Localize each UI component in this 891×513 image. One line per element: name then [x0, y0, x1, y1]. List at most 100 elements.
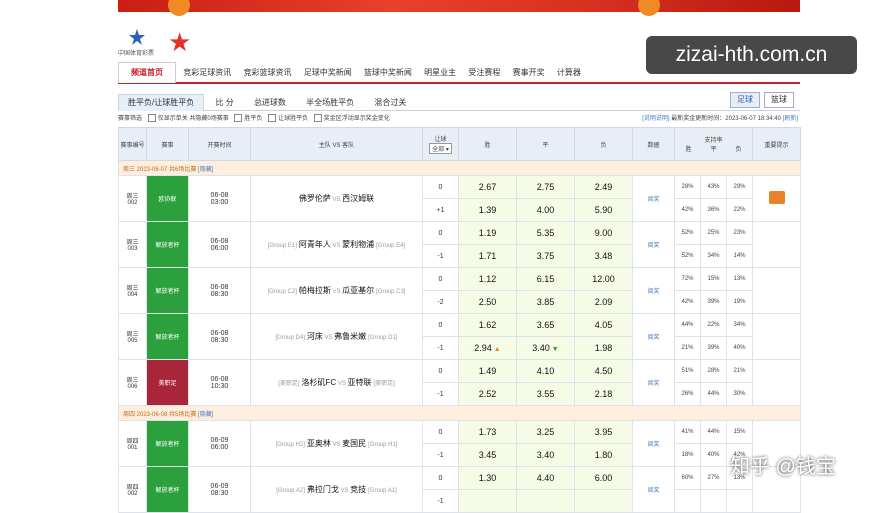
away-team[interactable]: 亚特联: [348, 378, 372, 387]
home-team[interactable]: 弗拉门戈: [307, 485, 339, 494]
odds-draw[interactable]: 3.25: [516, 420, 575, 444]
odds-win[interactable]: 1.49: [458, 359, 517, 383]
odds-draw[interactable]: 4.00: [516, 198, 575, 222]
odds-draw[interactable]: 3.85: [516, 290, 575, 314]
tab-score[interactable]: 比 分: [206, 95, 242, 111]
odds-lose[interactable]: [574, 489, 633, 513]
away-team[interactable]: 麦国民: [342, 439, 366, 448]
handicap-select[interactable]: 全部 ▾: [429, 143, 452, 154]
home-team[interactable]: 河床: [307, 332, 323, 341]
odds-draw[interactable]: 4.10: [516, 359, 575, 383]
odds-draw[interactable]: 3.40 ▼: [516, 336, 575, 360]
explain-link[interactable]: [说明说明]: [642, 116, 669, 122]
nav-item[interactable]: 足球中奖新闻: [299, 63, 357, 83]
odds-draw[interactable]: 3.40: [516, 443, 575, 467]
league-badge[interactable]: 解放者杯: [146, 466, 189, 513]
nav-item[interactable]: 频道首页: [118, 62, 176, 83]
nav-item[interactable]: 竞彩篮球资讯: [238, 63, 296, 83]
home-team[interactable]: 阿青年人: [299, 240, 331, 249]
league-badge[interactable]: 解放者杯: [146, 313, 189, 360]
lottery-logo[interactable]: ★ 中国体育彩票: [118, 28, 208, 58]
odds-lose[interactable]: 2.18: [574, 382, 633, 406]
odds-win[interactable]: 2.50: [458, 290, 517, 314]
odds-lose[interactable]: 2.49: [574, 175, 633, 199]
odds-lose[interactable]: 9.00: [574, 221, 633, 245]
nav-item[interactable]: 篮球中奖新闻: [359, 63, 417, 83]
odds-lose[interactable]: 4.50: [574, 359, 633, 383]
odds-win[interactable]: 2.52: [458, 382, 517, 406]
league-badge[interactable]: 解放者杯: [146, 420, 189, 467]
odds-lose[interactable]: 1.98: [574, 336, 633, 360]
tab-mixed[interactable]: 混合过关: [365, 95, 415, 111]
nav-item[interactable]: 明星业主: [419, 63, 461, 83]
home-team[interactable]: 亚奥林: [307, 439, 331, 448]
nav-item[interactable]: 竞彩足球资讯: [178, 63, 236, 83]
odds-win[interactable]: 1.30: [458, 466, 517, 490]
tab-football[interactable]: 足球: [730, 92, 760, 108]
odds-win[interactable]: 3.45: [458, 443, 517, 467]
analysis-link[interactable]: 阅奖: [647, 488, 659, 494]
analysis-link[interactable]: 阅奖: [647, 335, 659, 341]
analysis-link[interactable]: 阅奖: [647, 289, 659, 295]
league-badge[interactable]: 美职足: [146, 359, 189, 406]
spf-checkbox[interactable]: [234, 114, 243, 123]
odds-draw[interactable]: 2.75: [516, 175, 575, 199]
odds-lose[interactable]: 1.80: [574, 443, 633, 467]
tab-spf[interactable]: 胜平负/让球胜平负: [118, 94, 205, 111]
odds-win[interactable]: 1.19: [458, 221, 517, 245]
hide-link[interactable]: [隐藏]: [198, 167, 213, 173]
drift-checkbox[interactable]: [313, 114, 322, 123]
away-team[interactable]: 瓜亚基尔: [342, 286, 374, 295]
away-team[interactable]: 蒙利物浦: [342, 240, 374, 249]
away-team[interactable]: 竞技: [350, 485, 366, 494]
odds-lose[interactable]: 12.00: [574, 267, 633, 291]
odds-win[interactable]: 2.94 ▲: [458, 336, 517, 360]
league-badge[interactable]: 解放者杯: [146, 221, 189, 268]
nav-item[interactable]: 赛事开奖: [508, 63, 550, 83]
odds-win[interactable]: 2.67: [458, 175, 517, 199]
header-lose[interactable]: 负: [574, 127, 633, 161]
odds-draw[interactable]: [516, 489, 575, 513]
analysis-link[interactable]: 阅奖: [647, 442, 659, 448]
league-badge[interactable]: 欧协联: [146, 175, 189, 222]
tab-basketball[interactable]: 篮球: [764, 92, 794, 108]
home-team[interactable]: 洛杉矶FC: [301, 378, 336, 387]
odds-win[interactable]: 1.73: [458, 420, 517, 444]
odds-win[interactable]: 1.12: [458, 267, 517, 291]
nav-item[interactable]: 受注赛程: [463, 63, 505, 83]
home-team[interactable]: 帕梅拉斯: [299, 286, 331, 295]
single-checkbox[interactable]: [147, 114, 156, 123]
header-draw[interactable]: 平: [516, 127, 575, 161]
odds-draw[interactable]: 5.35: [516, 221, 575, 245]
odds-lose[interactable]: 3.95: [574, 420, 633, 444]
odds-draw[interactable]: 3.65: [516, 313, 575, 337]
odds-win[interactable]: 1.62: [458, 313, 517, 337]
header-win[interactable]: 胜: [458, 127, 517, 161]
odds-lose[interactable]: 2.09: [574, 290, 633, 314]
odds-win[interactable]: 1.39: [458, 198, 517, 222]
odds-lose[interactable]: 4.05: [574, 313, 633, 337]
tab-halffull[interactable]: 半全场胜平负: [297, 95, 363, 111]
analysis-link[interactable]: 阅奖: [647, 197, 659, 203]
odds-draw[interactable]: 3.55: [516, 382, 575, 406]
odds-lose[interactable]: 6.00: [574, 466, 633, 490]
analysis-link[interactable]: 阅奖: [647, 243, 659, 249]
home-team[interactable]: 佛罗伦萨: [299, 194, 331, 203]
odds-draw[interactable]: 6.15: [516, 267, 575, 291]
gift-icon[interactable]: [768, 191, 785, 204]
odds-draw[interactable]: 4.40: [516, 466, 575, 490]
odds-win[interactable]: 1.71: [458, 244, 517, 268]
league-badge[interactable]: 解放者杯: [146, 267, 189, 314]
nav-item[interactable]: 计算器: [552, 63, 586, 83]
filter-label[interactable]: 赛事筛选: [118, 116, 142, 122]
odds-draw[interactable]: 3.75: [516, 244, 575, 268]
odds-win[interactable]: [458, 489, 517, 513]
tab-goals[interactable]: 总进球数: [245, 95, 295, 111]
rq-checkbox[interactable]: [268, 114, 277, 123]
odds-lose[interactable]: 3.48: [574, 244, 633, 268]
away-team[interactable]: 西汉姆联: [342, 194, 374, 203]
refresh-link[interactable]: [刷新]: [783, 116, 798, 122]
analysis-link[interactable]: 阅奖: [647, 381, 659, 387]
hide-link[interactable]: [隐藏]: [198, 412, 213, 418]
odds-lose[interactable]: 5.90: [574, 198, 633, 222]
